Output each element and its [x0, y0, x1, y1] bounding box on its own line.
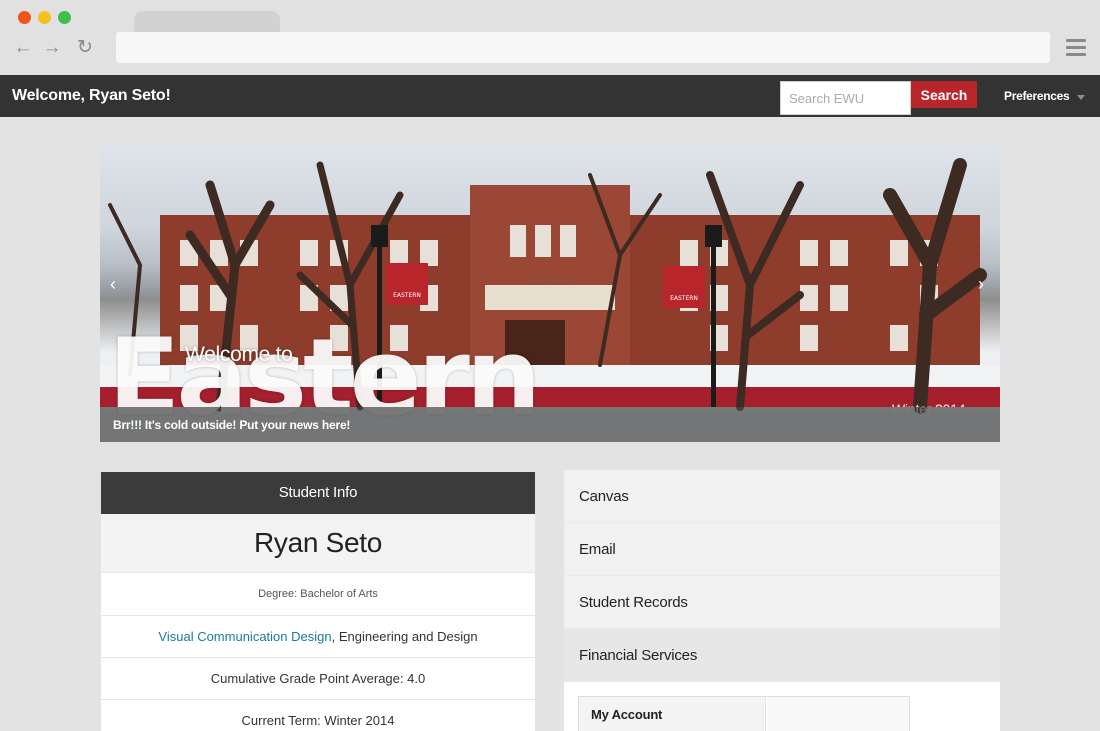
- maximize-window-button[interactable]: [58, 11, 71, 24]
- hero-banner[interactable]: EASTERN EASTERN SHOWALTER HALL ‹ › Easte…: [100, 145, 1000, 442]
- major-link[interactable]: Visual Communication Design: [158, 629, 331, 644]
- link-email[interactable]: Email: [564, 523, 1000, 576]
- major-rest-text: , Engineering and Design: [331, 629, 478, 644]
- degree-row: Degree: Bachelor of Arts: [101, 572, 535, 615]
- browser-tab[interactable]: [134, 11, 280, 33]
- banner-logo-text: EASTERN: [670, 295, 698, 302]
- minimize-window-button[interactable]: [38, 11, 51, 24]
- search-button[interactable]: Search: [911, 81, 977, 108]
- account-value-cell: [767, 697, 909, 731]
- building-name-text: SHOWALTER HALL: [527, 279, 572, 285]
- current-term-row: Current Term: Winter 2014: [101, 699, 535, 731]
- student-name: Ryan Seto: [101, 514, 535, 572]
- browser-chrome: ← → ↻: [0, 0, 1100, 75]
- link-student-records[interactable]: Student Records: [564, 576, 1000, 629]
- slide-prev-icon[interactable]: ‹: [110, 275, 120, 293]
- preferences-menu[interactable]: Preferences: [1004, 89, 1070, 103]
- address-bar[interactable]: [116, 32, 1050, 63]
- hamburger-menu-icon[interactable]: [1066, 39, 1086, 57]
- window-controls: [18, 11, 71, 24]
- gpa-row: Cumulative Grade Point Average: 4.0: [101, 657, 535, 699]
- site-header: Welcome, Ryan Seto! Search Preferences: [0, 75, 1100, 117]
- close-window-button[interactable]: [18, 11, 31, 24]
- banner-logo-text: EASTERN: [393, 292, 421, 299]
- my-account-label[interactable]: My Account: [579, 697, 766, 731]
- account-table: My Account: [578, 696, 910, 731]
- chevron-down-icon[interactable]: [1077, 95, 1085, 100]
- slide-next-icon[interactable]: ›: [978, 275, 988, 293]
- major-row: Visual Communication Design, Engineering…: [101, 615, 535, 657]
- welcome-message: Welcome, Ryan Seto!: [12, 87, 171, 104]
- forward-arrow-icon[interactable]: →: [42, 38, 62, 58]
- reload-icon[interactable]: ↻: [75, 38, 95, 58]
- financial-services-content: My Account: [564, 682, 1000, 731]
- search-input[interactable]: [780, 81, 911, 115]
- link-canvas[interactable]: Canvas: [564, 470, 1000, 523]
- link-financial-services[interactable]: Financial Services: [564, 629, 1000, 682]
- back-arrow-icon[interactable]: ←: [13, 38, 33, 58]
- hero-welcome-text: Welcome to: [185, 343, 293, 366]
- student-info-panel: Student Info Ryan Seto Degree: Bachelor …: [101, 472, 535, 731]
- hero-news-caption[interactable]: Brr!!! It's cold outside! Put your news …: [113, 418, 350, 432]
- quick-links-panel: Canvas Email Student Records Financial S…: [564, 470, 1000, 731]
- panel-title: Student Info: [101, 472, 535, 514]
